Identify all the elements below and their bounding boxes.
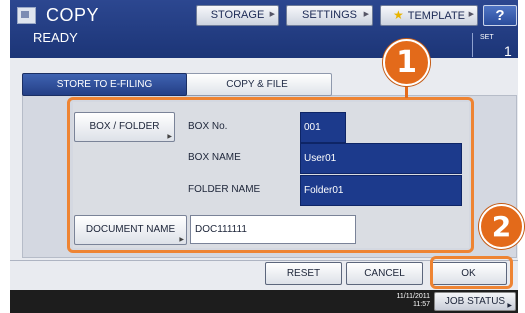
step-2-badge: 2 [479, 204, 524, 249]
time-text: 11:57 [413, 301, 430, 308]
arrow-icon: ▶ [468, 11, 474, 18]
cancel-button[interactable]: CANCEL [346, 262, 423, 285]
arrow-icon: ▶ [269, 11, 275, 18]
header-bar: COPY READY STORAGE ▶ SETTINGS ▶ ★ TEMPLAT… [10, 0, 518, 59]
storage-label: STORAGE [210, 9, 265, 21]
tab-copy-and-file[interactable]: COPY & FILE [182, 73, 332, 96]
settings-button[interactable]: SETTINGS ▶ [286, 5, 373, 26]
copy-icon [17, 7, 36, 24]
set-count: 1 [504, 43, 512, 59]
template-button[interactable]: ★ TEMPLATE ▶ [380, 5, 478, 26]
date-text: 11/11/2011 [396, 293, 430, 300]
callout-pointer [405, 84, 408, 98]
job-status-label: JOB STATUS [444, 296, 506, 307]
settings-label: SETTINGS [301, 9, 357, 21]
template-label: TEMPLATE [407, 10, 466, 22]
help-button[interactable]: ? [483, 5, 517, 26]
arrow-icon: ▶ [363, 11, 369, 18]
callout-frame-1 [67, 97, 474, 253]
job-status-button[interactable]: JOB STATUS ▶ [434, 292, 516, 311]
app-title: COPY [46, 5, 100, 25]
set-divider [472, 33, 473, 57]
arrow-icon: ▶ [507, 303, 512, 309]
reset-button[interactable]: RESET [265, 262, 342, 285]
callout-frame-2 [430, 256, 513, 289]
datetime: 11/11/2011 11:57 [382, 293, 430, 309]
status-ready: READY [33, 30, 78, 45]
step-1-badge: 1 [383, 39, 430, 86]
set-label: SET [480, 34, 494, 41]
storage-button[interactable]: STORAGE ▶ [196, 5, 279, 26]
tab-store-to-e-filing[interactable]: STORE TO E-FILING [22, 73, 187, 96]
star-icon: ★ [392, 8, 404, 22]
